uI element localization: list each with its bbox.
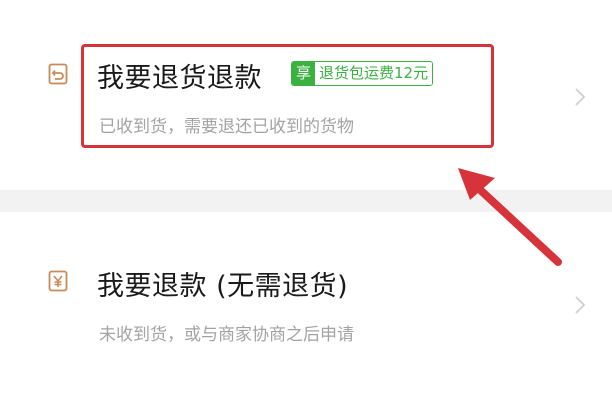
section-divider (0, 190, 612, 212)
badge-text: 退货包运费12元 (315, 62, 433, 85)
free-return-shipping-badge: 享 退货包运费12元 (291, 61, 434, 86)
return-refund-subtitle: 已收到货，需要退还已收到的货物 (99, 117, 354, 137)
badge-tag: 享 (292, 62, 316, 85)
refund-only-subtitle: 未收到货，或与商家协商之后申请 (99, 325, 354, 345)
return-refund-option[interactable]: 我要退货退款 享 退货包运费12元 已收到货，需要退还已收到的货物 (0, 0, 612, 190)
refund-only-title: 我要退款 (无需退货) (97, 271, 349, 302)
chevron-right-icon (573, 294, 587, 316)
return-refund-title: 我要退货退款 (97, 63, 262, 94)
refund-option-screen: 我要退货退款 享 退货包运费12元 已收到货，需要退还已收到的货物 我要退款 (… (0, 0, 612, 396)
return-box-icon (48, 63, 68, 85)
chevron-right-icon (573, 86, 587, 108)
yen-receipt-icon (48, 270, 68, 292)
refund-only-option[interactable]: 我要退款 (无需退货) 未收到货，或与商家协商之后申请 (0, 212, 612, 396)
